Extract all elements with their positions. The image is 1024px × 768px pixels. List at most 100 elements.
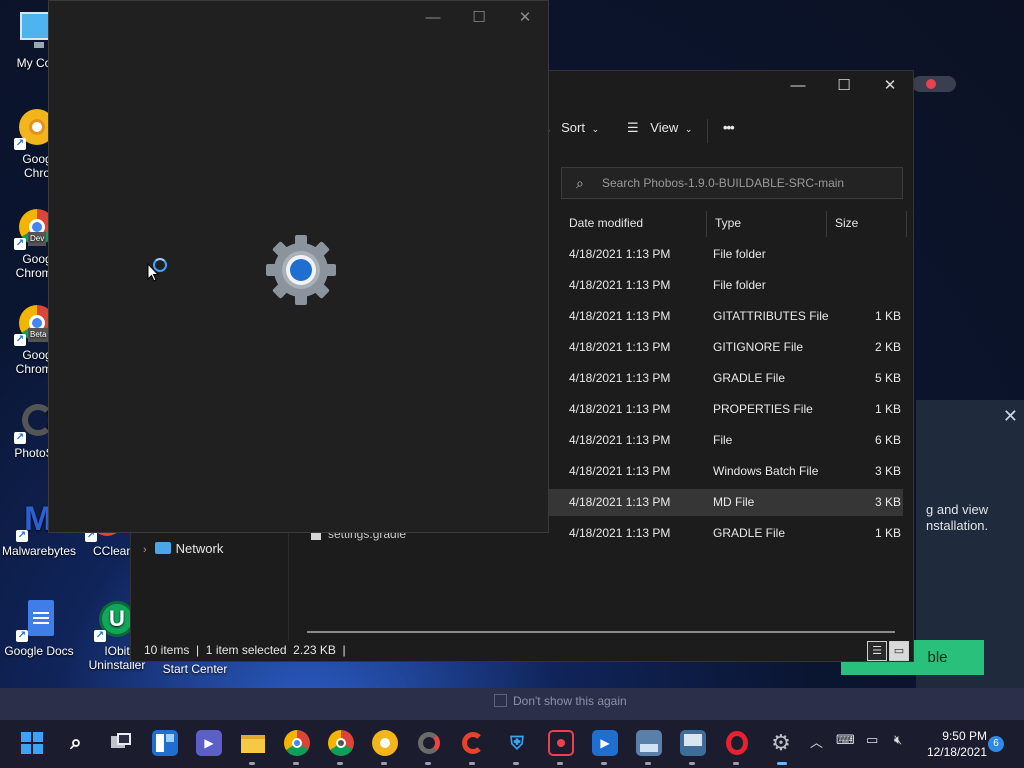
network-icon: [154, 542, 171, 554]
running-indicator: [601, 762, 607, 765]
search-icon[interactable]: ⌕: [63, 730, 89, 756]
chrome-canary-icon[interactable]: [372, 730, 398, 756]
size-cell: 3 KB: [874, 464, 901, 478]
running-indicator: [557, 762, 563, 765]
dont-show-again-checkbox[interactable]: Don't show this again: [494, 694, 627, 708]
clock-date: 12/18/2021: [926, 745, 987, 759]
size-cell: 2 KB: [874, 340, 901, 354]
close-icon[interactable]: ✕: [502, 1, 548, 34]
google-docs-icon: ↗: [16, 598, 60, 642]
view-button[interactable]: ☰ View ⌄: [627, 120, 692, 136]
date-cell: 4/18/2021 1:13 PM: [569, 340, 671, 354]
show-hidden-icons-chevron[interactable]: ︿: [810, 732, 823, 751]
column-header-size[interactable]: Size: [827, 211, 907, 237]
task-view-icon[interactable]: [108, 730, 134, 756]
chevron-down-icon: ⌄: [591, 124, 600, 134]
maximize-icon[interactable]: ☐: [456, 1, 502, 34]
widgets-icon[interactable]: [152, 730, 178, 756]
size-cell: 1 KB: [874, 309, 901, 323]
chrome-icon[interactable]: [284, 730, 310, 756]
taskbar: ⌕ ▶ ⛨ ▶ ⚙ ︿ ⌨ ▭ 🔇︎ 9:50 PM 12/18/2021: [0, 720, 1024, 768]
column-headers: Date modified Type Size: [561, 211, 907, 237]
display-icon[interactable]: ▭: [866, 732, 878, 748]
status-bar: 10 items | 1 item selected 2.23 KB |: [144, 643, 346, 657]
file-row[interactable]: 4/18/2021 1:13 PM Windows Batch File 3 KB: [549, 458, 903, 485]
date-cell: 4/18/2021 1:13 PM: [569, 402, 671, 416]
sort-button[interactable]: ↓ Sort ⌄: [545, 120, 599, 135]
start-icon[interactable]: [19, 730, 45, 756]
type-cell: PROPERTIES File: [713, 402, 813, 416]
defender-icon[interactable]: ⛨: [504, 730, 530, 756]
file-row[interactable]: 4/18/2021 1:13 PM File folder: [549, 272, 903, 299]
desktop-icon-label: Malwarebytes: [1, 544, 77, 558]
file-row[interactable]: 4/18/2021 1:13 PM PROPERTIES File 1 KB: [549, 396, 903, 423]
media-player-icon[interactable]: ▶: [592, 730, 618, 756]
close-icon[interactable]: ✕: [1003, 406, 1018, 427]
chevron-down-icon: ⌄: [684, 124, 693, 134]
file-row[interactable]: 4/18/2021 1:13 PM GITIGNORE File 2 KB: [549, 334, 903, 361]
photoscape-icon[interactable]: [416, 730, 442, 756]
screen-recorder-icon[interactable]: [548, 730, 574, 756]
file-row-selected[interactable]: 4/18/2021 1:13 PM MD File 3 KB: [549, 489, 903, 516]
clock[interactable]: 9:50 PM 12/18/2021: [917, 728, 987, 760]
file-row[interactable]: 4/18/2021 1:13 PM GRADLE File 5 KB: [549, 365, 903, 392]
opera-icon[interactable]: [724, 730, 750, 756]
volume-muted-icon[interactable]: 🔇︎: [894, 732, 902, 748]
recording-pill: [912, 76, 956, 92]
search-input[interactable]: ⌕ Search Phobos-1.9.0-BUILDABLE-SRC-main: [561, 167, 903, 199]
maximize-icon[interactable]: ☐: [821, 71, 867, 103]
nav-pane-divider[interactable]: [288, 531, 289, 641]
file-row[interactable]: 4/18/2021 1:13 PM GRADLE File 1 KB: [549, 520, 903, 547]
file-row[interactable]: 4/18/2021 1:13 PM File 6 KB: [549, 427, 903, 454]
window-caption-buttons: — ☐ ✕: [775, 71, 913, 103]
desktop-icon-start-center[interactable]: Start Center: [156, 662, 234, 676]
type-cell: GITIGNORE File: [713, 340, 804, 354]
size-cell: 1 KB: [874, 526, 901, 540]
window-caption-buttons: — ☐ ✕: [410, 1, 548, 34]
photo-viewer-icon[interactable]: [636, 730, 662, 756]
date-cell: 4/18/2021 1:13 PM: [569, 433, 671, 447]
running-indicator: [425, 762, 431, 765]
column-header-date[interactable]: Date modified: [561, 211, 707, 237]
chrome-dev-icon[interactable]: [328, 730, 354, 756]
minimize-icon[interactable]: —: [775, 71, 821, 103]
desktop-icon-label: CClean: [93, 544, 134, 558]
tiles-view-icon[interactable]: ▭: [889, 641, 909, 661]
settings-gear-icon: [264, 233, 338, 307]
chevron-right-icon[interactable]: ›: [143, 544, 147, 556]
running-indicator: [249, 762, 255, 765]
more-options-button[interactable]: •••: [723, 120, 735, 135]
type-cell: GRADLE File: [713, 371, 786, 385]
mouse-cursor-icon: [147, 262, 160, 286]
horizontal-scrollbar[interactable]: [307, 631, 895, 633]
nav-item-network[interactable]: › Network: [143, 541, 223, 556]
desktop-icon-label: Google Docs: [4, 644, 74, 658]
file-explorer-icon[interactable]: [240, 730, 266, 756]
file-row[interactable]: 4/18/2021 1:13 PM File folder: [549, 241, 903, 268]
column-header-type[interactable]: Type: [707, 211, 827, 237]
view-toggle: ☰ ▭: [867, 641, 909, 661]
running-indicator: [733, 762, 739, 765]
keyboard-icon[interactable]: ⌨: [836, 732, 855, 748]
details-view-icon[interactable]: ☰: [867, 641, 887, 661]
chat-icon[interactable]: ▶: [196, 730, 222, 756]
close-icon[interactable]: ✕: [867, 71, 913, 103]
desktop-icon-google-docs[interactable]: ↗ Google Docs: [0, 598, 78, 658]
file-row[interactable]: 4/18/2021 1:13 PM GITATTRIBUTES File 1 KB: [549, 303, 903, 330]
running-indicator: [513, 762, 519, 765]
minimize-icon[interactable]: —: [410, 1, 456, 34]
control-panel-icon[interactable]: [680, 730, 706, 756]
size-cell: 1 KB: [874, 402, 901, 416]
ccleaner-icon[interactable]: [460, 730, 486, 756]
dont-show-label: Don't show this again: [513, 694, 627, 708]
notification-badge[interactable]: 6: [988, 736, 1004, 752]
date-cell: 4/18/2021 1:13 PM: [569, 371, 671, 385]
size-cell: 5 KB: [874, 371, 901, 385]
running-indicator: [381, 762, 387, 765]
date-cell: 4/18/2021 1:13 PM: [569, 247, 671, 261]
view-icon: ☰: [627, 120, 639, 135]
settings-icon[interactable]: ⚙: [768, 730, 794, 756]
checkbox-icon[interactable]: [494, 694, 507, 707]
running-indicator: [293, 762, 299, 765]
running-indicator: [645, 762, 651, 765]
